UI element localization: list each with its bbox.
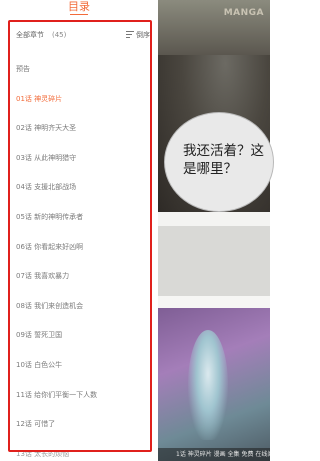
panel-gutter — [158, 212, 270, 226]
chapter-item-09[interactable]: 09话 誓死卫国 — [16, 321, 150, 351]
chapter-item-05[interactable]: 05话 新的神明传承者 — [16, 203, 150, 233]
comic-page[interactable]: MANGA 1话 神灵碎片 漫画 全集 免费 在线阅读 — [158, 0, 270, 461]
chapter-list: 预告 01话 神灵碎片 02话 神明齐天大圣 03话 从此神明猎守 04话 支援… — [16, 55, 150, 461]
chapter-item-08[interactable]: 08话 我们来创造机会 — [16, 292, 150, 322]
chapter-list-header: 全部章节 (45) 倒序 — [16, 28, 150, 42]
chapter-count: (45) — [52, 31, 67, 39]
drawer-title[interactable]: 目录 — [0, 0, 158, 20]
comic-panel — [158, 226, 270, 296]
chapter-item-12[interactable]: 12话 可惜了 — [16, 410, 150, 440]
all-chapters-label: 全部章节 — [16, 31, 44, 39]
title-underline — [70, 14, 88, 15]
chapter-item-preview[interactable]: 预告 — [16, 55, 150, 85]
comic-figure — [188, 330, 228, 440]
panel-gutter — [158, 296, 270, 308]
sort-lines-icon — [125, 31, 134, 38]
chapter-item-04[interactable]: 04话 支援北部战场 — [16, 173, 150, 203]
chapter-drawer: 目录 全部章节 (45) 倒序 预告 01话 神灵碎片 02话 神明齐天大圣 03… — [0, 0, 158, 461]
chapter-item-11[interactable]: 11话 给你们平衡一下人数 — [16, 381, 150, 411]
sort-toggle[interactable]: 倒序 — [125, 28, 150, 42]
comic-brand-watermark: MANGA — [223, 8, 264, 18]
chapter-item-01[interactable]: 01话 神灵碎片 — [16, 85, 150, 115]
chapter-item-06[interactable]: 06话 你看起来好凶啊 — [16, 233, 150, 263]
chapter-item-03[interactable]: 03话 从此神明猎守 — [16, 144, 150, 174]
comic-caption: 1话 神灵碎片 漫画 全集 免费 在线阅读 — [158, 448, 270, 461]
sort-label: 倒序 — [136, 31, 150, 39]
chapter-item-07[interactable]: 07话 我喜欢暴力 — [16, 262, 150, 292]
chapter-item-02[interactable]: 02话 神明齐天大圣 — [16, 114, 150, 144]
speech-bubble-text: 我还活着？这是哪里？ — [183, 143, 264, 177]
chapter-item-13[interactable]: 13话 太长的烦恼 — [16, 440, 150, 461]
chapter-item-10[interactable]: 10话 白色公牛 — [16, 351, 150, 381]
